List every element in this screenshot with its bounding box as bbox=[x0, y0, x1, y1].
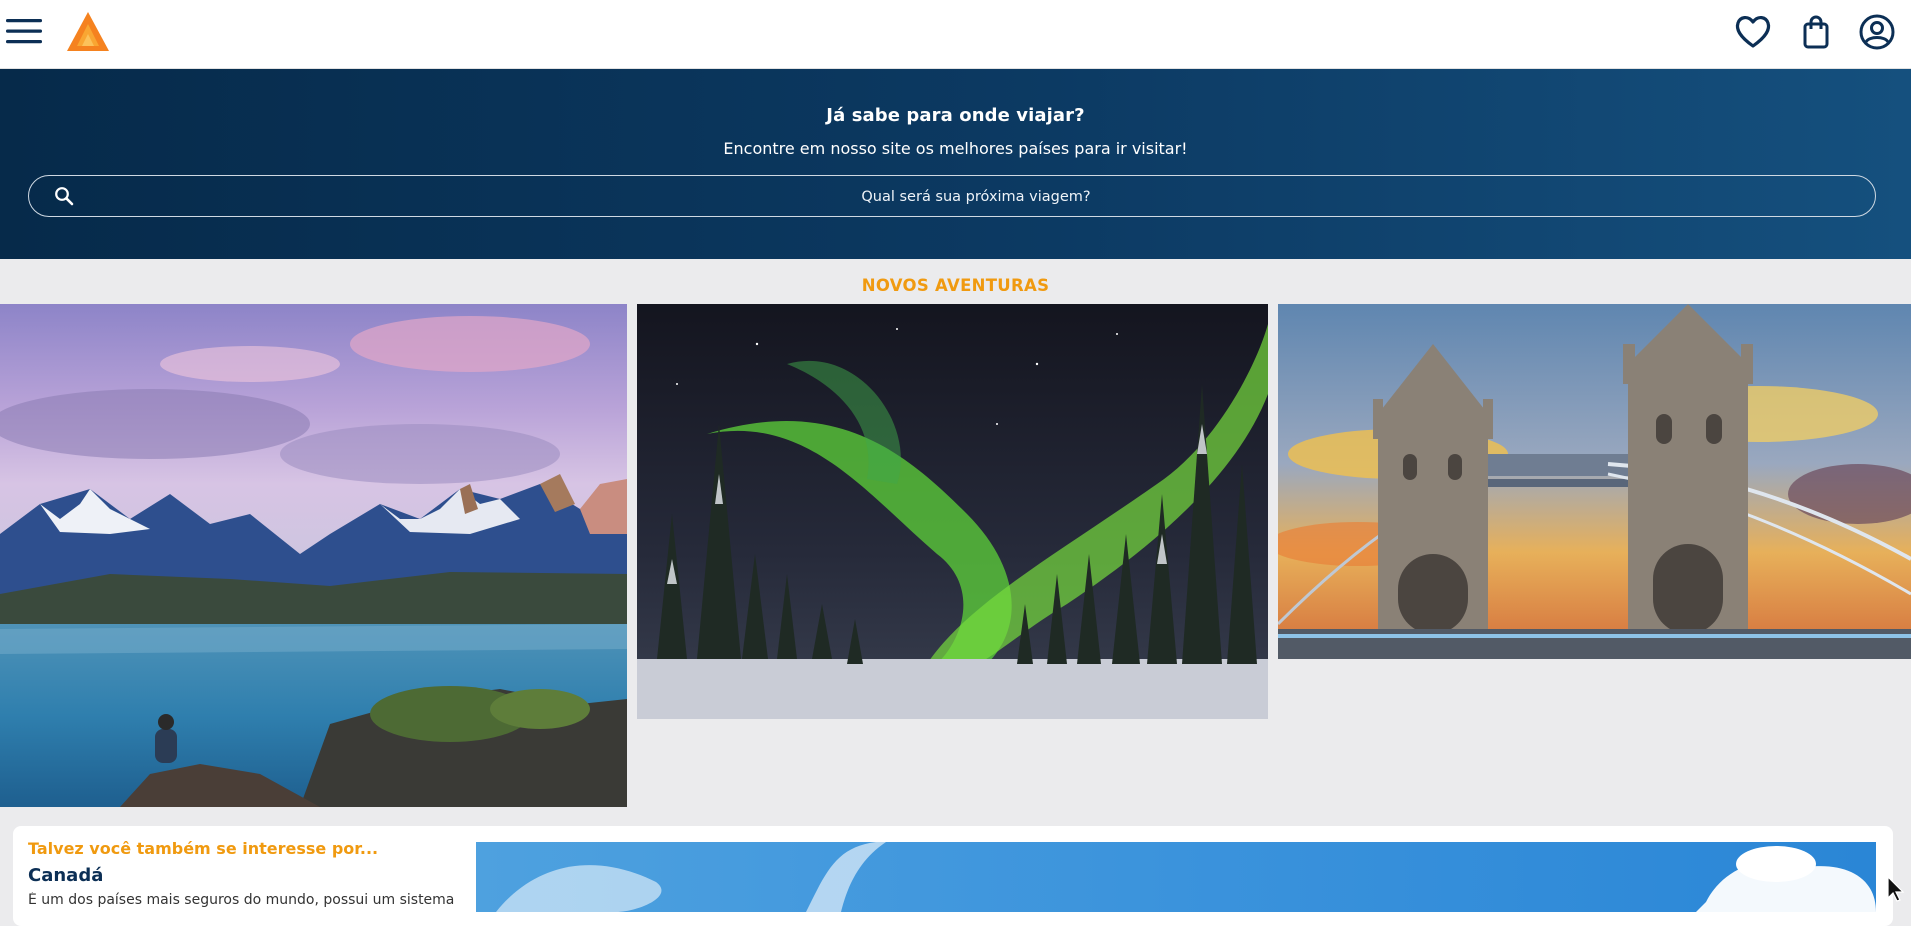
triangle-logo-icon[interactable] bbox=[65, 10, 111, 54]
mouse-cursor-icon bbox=[1887, 875, 1905, 902]
hero-subtitle: Encontre em nosso site os melhores paíse… bbox=[723, 139, 1188, 158]
suggestion-card[interactable]: Talvez você também se interesse por... C… bbox=[13, 826, 1893, 926]
northern-lights-photo[interactable] bbox=[637, 304, 1268, 719]
search-box[interactable] bbox=[28, 175, 1876, 218]
hero-search-section: Já sabe para onde viajar? Encontre em no… bbox=[0, 69, 1911, 259]
tower-bridge-photo[interactable] bbox=[1278, 304, 1911, 659]
shopping-bag-icon[interactable] bbox=[1796, 12, 1836, 52]
mountain-lake-photo[interactable] bbox=[0, 304, 627, 807]
section-title-adventures: NOVOS AVENTURAS bbox=[861, 276, 1050, 295]
heart-icon[interactable] bbox=[1733, 12, 1773, 52]
canada-sky-photo[interactable] bbox=[476, 842, 1876, 912]
user-account-icon[interactable] bbox=[1857, 12, 1897, 52]
suggestion-eyebrow: Talvez você também se interesse por... bbox=[28, 839, 379, 858]
search-input[interactable] bbox=[89, 176, 1863, 218]
hamburger-menu-icon[interactable] bbox=[6, 16, 44, 46]
suggestion-country-name[interactable]: Canadá bbox=[28, 865, 103, 886]
top-navigation-bar bbox=[0, 0, 1911, 69]
search-icon bbox=[54, 186, 74, 206]
hero-title: Já sabe para onde viajar? bbox=[826, 105, 1085, 126]
